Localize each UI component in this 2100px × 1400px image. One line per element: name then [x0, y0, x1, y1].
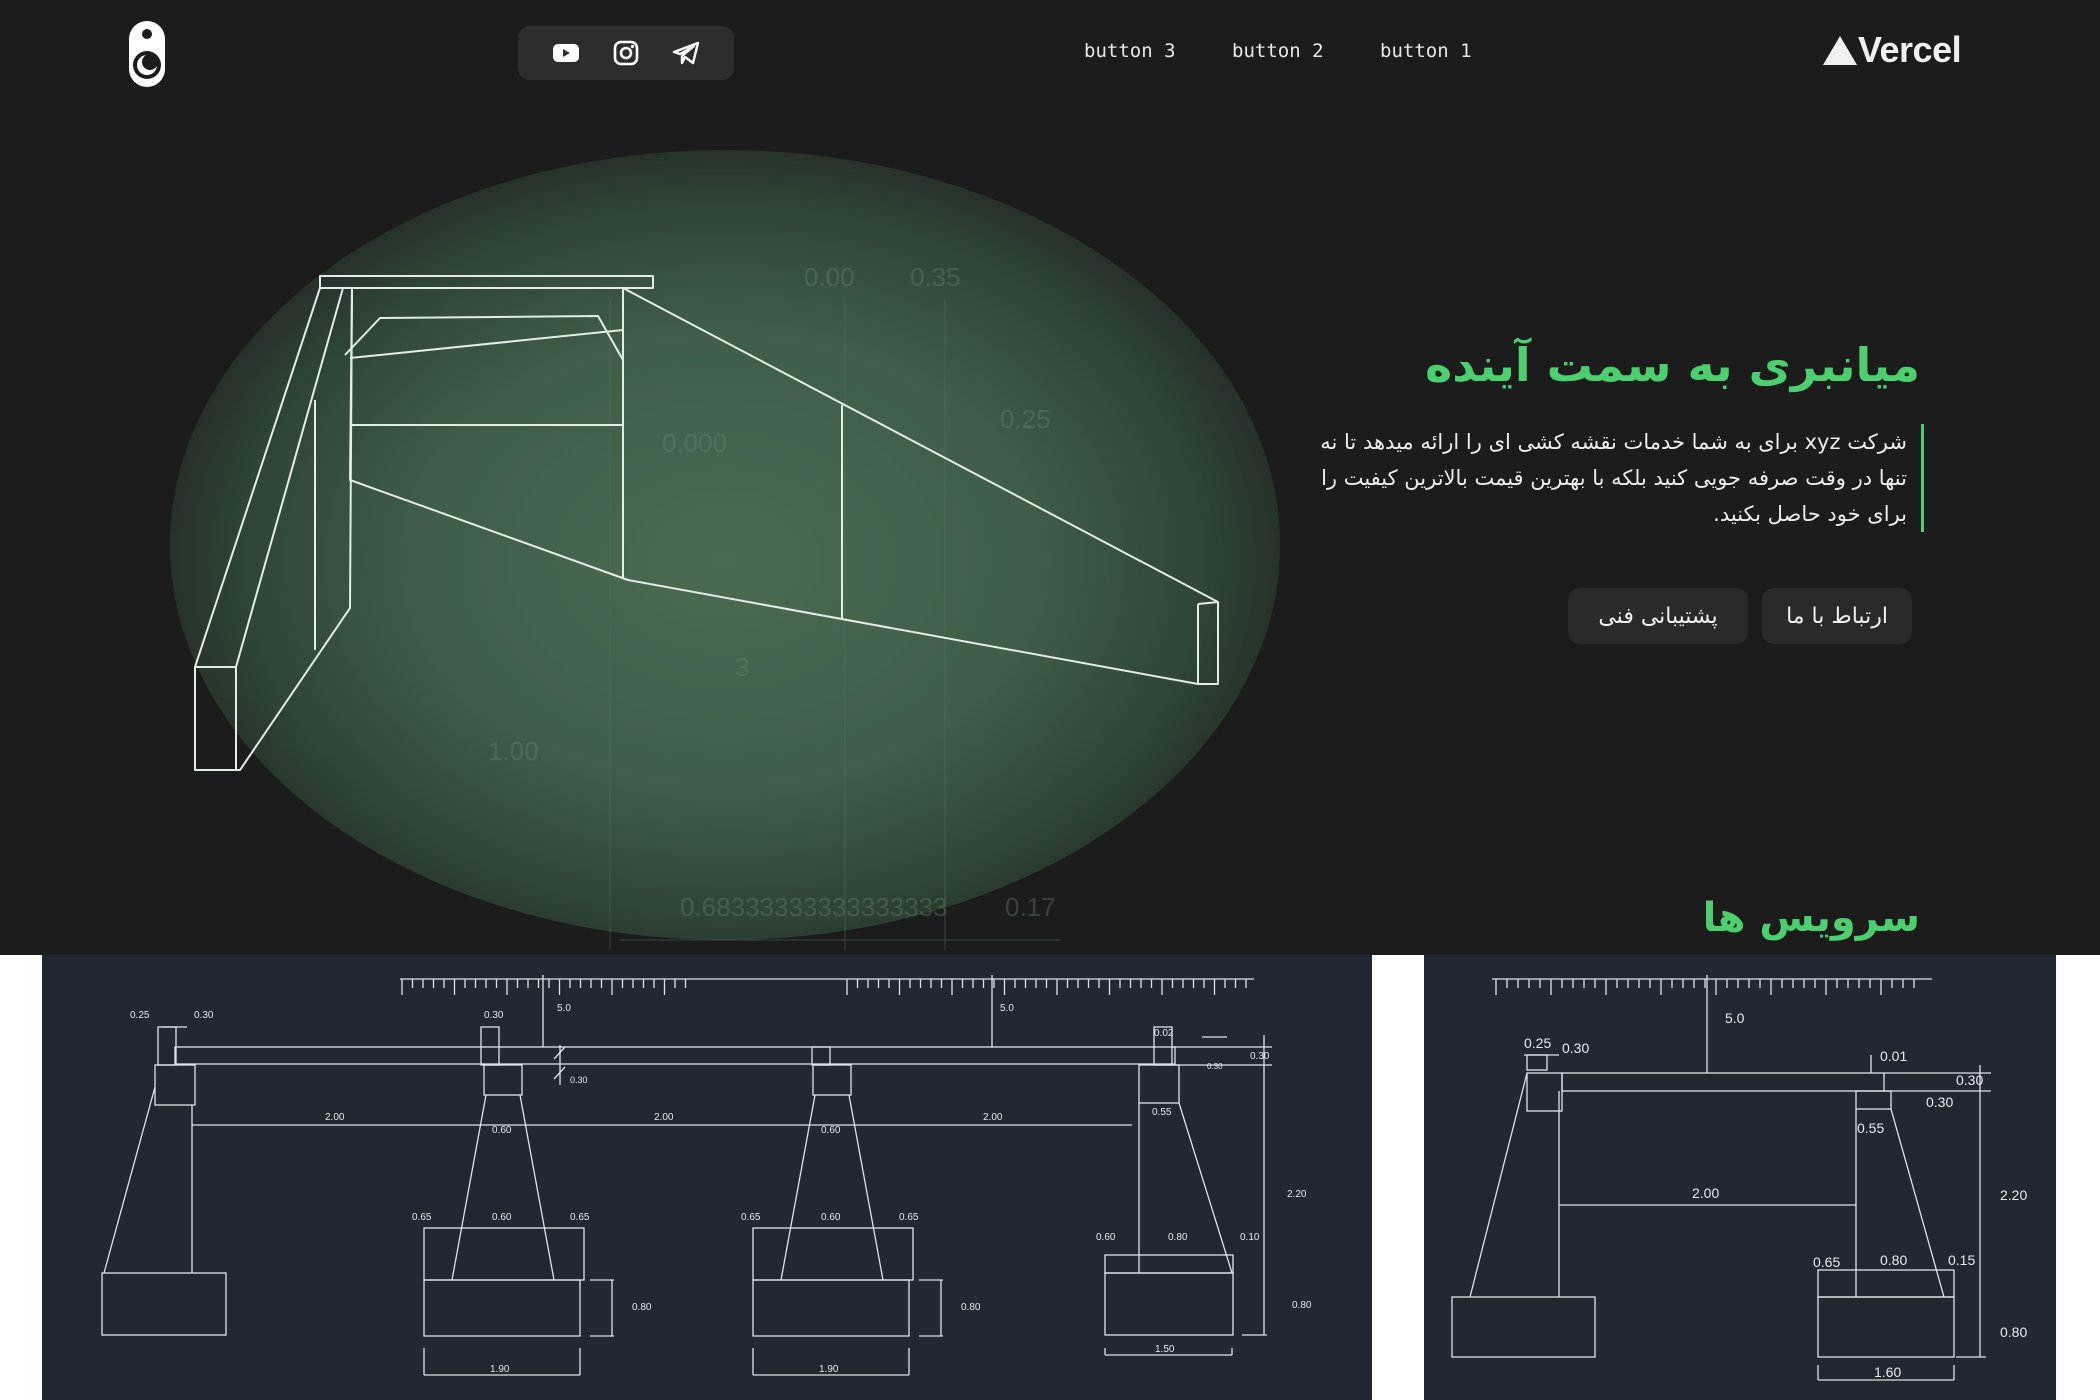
dim-label: 0.65 — [1813, 1254, 1840, 1270]
nav-button-2[interactable]: button 2 — [1232, 40, 1324, 62]
dim-label: 0.30 — [1956, 1072, 1983, 1088]
logo-icon — [129, 21, 165, 87]
instagram-icon[interactable] — [609, 36, 643, 70]
dim-label: 0.30 — [1207, 1062, 1223, 1071]
hero-headline: میانبری به سمت آینده — [1425, 338, 1920, 392]
dim-label: 5.0 — [1725, 1010, 1745, 1026]
contact-us-button[interactable]: ارتباط با ما — [1762, 588, 1912, 644]
dim-label: 2.00 — [654, 1112, 674, 1123]
dim-label: 0.30 — [1562, 1040, 1589, 1056]
bg-label: 0.25 — [1000, 404, 1051, 434]
dim-label: 0.15 — [1948, 1252, 1975, 1268]
dim-label: 0.80 — [1292, 1300, 1312, 1311]
dim-label: 0.60 — [821, 1125, 841, 1136]
cad-drawing-left: 0.25 0.30 5.0 0.30 5.0 0.02 0.30 0.30 0.… — [42, 955, 1372, 1400]
dim-label: 1.60 — [1874, 1364, 1901, 1380]
dim-label: 0.55 — [1857, 1120, 1884, 1136]
dim-label: 2.00 — [983, 1112, 1003, 1123]
dim-label: 0.65 — [899, 1212, 919, 1223]
vercel-triangle-icon — [1823, 36, 1857, 65]
dim-label: 0.60 — [492, 1212, 512, 1223]
dim-label: 0.80 — [1168, 1232, 1188, 1243]
dim-label: 5.0 — [1000, 1003, 1014, 1014]
dim-label: 0.55 — [1152, 1107, 1172, 1118]
hero-description: شرکت xyz برای به شما خدمات نقشه کشی ای ر… — [1307, 424, 1924, 532]
hero-section: 0.00 0.35 0.25 0.000 3 1.00 0.6833333333… — [0, 0, 2100, 955]
dim-label: 2.20 — [2000, 1187, 2027, 1203]
dim-label: 0.65 — [412, 1212, 432, 1223]
dim-label: 0.60 — [1096, 1232, 1116, 1243]
dim-label: 0.80 — [2000, 1324, 2027, 1340]
dim-label: 5.0 — [557, 1003, 571, 1014]
dim-label: 0.65 — [741, 1212, 761, 1223]
dim-label: 0.30 — [484, 1010, 504, 1021]
dim-label: 0.65 — [570, 1212, 590, 1223]
dim-label: 0.80 — [632, 1302, 652, 1313]
dim-label: 1.90 — [490, 1364, 510, 1375]
bg-label: 0.00 — [804, 262, 855, 292]
structure-elevation-drawing: 0.25 0.30 5.0 0.30 5.0 0.02 0.30 0.30 0.… — [101, 975, 1312, 1376]
dim-label: 0.10 — [1240, 1232, 1260, 1243]
bg-label: 1.00 — [488, 736, 539, 766]
bg-label: 0.35 — [910, 262, 961, 292]
bg-label: 0.000 — [662, 428, 727, 458]
logo[interactable] — [128, 20, 166, 88]
top-nav: button 3 button 2 button 1 Vercel — [0, 0, 2100, 110]
dim-label: 0.80 — [1880, 1252, 1907, 1268]
dim-label: 0.60 — [492, 1125, 512, 1136]
dim-label: 0.30 — [570, 1075, 588, 1085]
dim-label: 1.50 — [1155, 1344, 1175, 1355]
dim-label: 2.20 — [1287, 1189, 1307, 1200]
cad-drawing-right: 5.0 0.25 0.30 0.01 0.30 0.30 0.55 2.00 2… — [1424, 955, 2056, 1400]
nav-button-3[interactable]: button 3 — [1084, 40, 1176, 62]
dim-label: 2.00 — [325, 1112, 345, 1123]
dim-label: 0.25 — [130, 1010, 150, 1021]
dim-label: 0.30 — [1250, 1051, 1270, 1062]
services-title: سرویس ها — [1702, 895, 1920, 941]
dim-label: 0.60 — [821, 1212, 841, 1223]
dim-label: 0.01 — [1880, 1048, 1907, 1064]
dim-label: 0.80 — [961, 1302, 981, 1313]
dim-label: 0.02 — [1154, 1028, 1174, 1039]
dim-label: 0.25 — [1524, 1035, 1551, 1051]
dim-label: 0.30 — [1926, 1094, 1953, 1110]
telegram-icon[interactable] — [669, 36, 703, 70]
bg-label: 0.17 — [1005, 892, 1056, 922]
tech-support-button[interactable]: پشتیبانی فنی — [1568, 588, 1748, 644]
dim-label: 0.30 — [194, 1010, 214, 1021]
dim-label: 2.00 — [1692, 1185, 1719, 1201]
brand-logo[interactable]: Vercel — [1822, 29, 1962, 70]
nav-button-1[interactable]: button 1 — [1380, 40, 1472, 62]
brand-name: Vercel — [1858, 29, 1962, 70]
youtube-icon[interactable] — [549, 36, 583, 70]
structure-section-drawing: 5.0 0.25 0.30 0.01 0.30 0.30 0.55 2.00 2… — [1451, 975, 2027, 1381]
dim-label: 1.90 — [819, 1364, 839, 1375]
bg-label: 3 — [735, 652, 749, 682]
bg-label: 0.68333333333333333 — [680, 892, 948, 922]
social-links — [518, 26, 734, 80]
